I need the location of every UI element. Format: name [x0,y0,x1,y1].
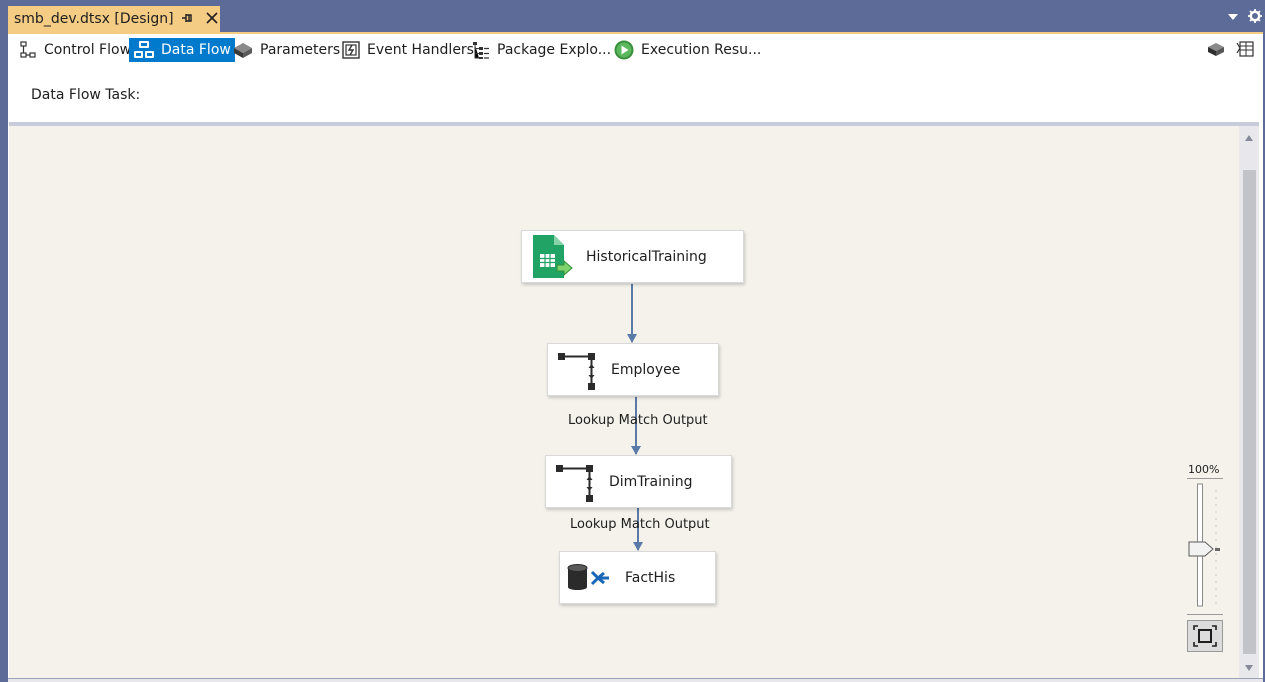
control-flow-icon [20,41,36,58]
data-flow-icon [134,41,154,58]
chevron-down-icon[interactable] [1227,12,1239,22]
component-name: FactHis [625,569,676,586]
vertical-scrollbar[interactable] [1239,122,1259,678]
excel-source-icon [533,234,573,278]
zoom-to-fit-button[interactable] [1187,620,1223,652]
document-tab[interactable]: smb_dev.dtsx [Design] [8,6,220,32]
lookup-icon [556,464,593,502]
designer-toolbar: Control Flow Data Flow Parameters Event … [8,34,1263,64]
tab-event-handlers[interactable]: Event Handlers [337,38,478,62]
tab-label: Parameters [260,42,341,58]
fit-to-window-icon [1193,625,1217,647]
tab-execution-results[interactable]: Execution Resu... [609,38,765,62]
connector-label[interactable]: Lookup Match Output [570,517,710,532]
package-icon[interactable] [1207,40,1225,58]
data-flow-task-bar: Data Flow Task: [8,64,1263,120]
pin-icon[interactable] [180,11,194,25]
package-designer: Control Flow Data Flow Parameters Event … [8,32,1263,682]
tab-label: Control Flow [44,42,132,58]
tab-data-flow[interactable]: Data Flow [129,38,235,62]
event-handlers-icon [342,41,360,59]
document-tab-strip: smb_dev.dtsx [Design] [0,0,1265,32]
document-tab-title: smb_dev.dtsx [Design] [14,11,174,27]
execution-results-icon [614,40,634,60]
close-icon[interactable] [204,10,220,26]
tab-parameters[interactable]: Parameters [228,38,344,62]
horizontal-scrollbar[interactable] [8,678,1263,682]
ole-db-destination-icon [567,563,609,590]
tab-label: Data Flow [161,42,231,58]
zoom-slider[interactable] [1185,482,1225,610]
component-name: DimTraining [609,473,693,490]
component-historicaltraining[interactable]: HistoricalTraining [521,230,744,283]
scrollbar-thumb[interactable] [1243,170,1256,654]
scroll-up-icon[interactable] [1244,134,1254,142]
lookup-icon [558,352,595,390]
gear-icon[interactable] [1247,8,1263,24]
tab-label: Execution Resu... [641,42,762,58]
tab-label: Event Handlers [367,42,474,58]
data-flow-task-label: Data Flow Task: [31,87,141,103]
zoom-divider [1187,478,1223,479]
component-employee[interactable]: Employee [547,343,719,396]
tab-label: Package Explo... [497,42,612,58]
zoom-slider-thumb [1188,541,1214,557]
variables-icon[interactable] [1236,40,1254,58]
connector-label[interactable]: Lookup Match Output [568,413,708,428]
data-flow-canvas[interactable]: HistoricalTraining Employee DimTraining … [9,122,1239,678]
parameters-icon [234,43,252,58]
zoom-percent-label: 100% [1188,463,1220,476]
component-name: HistoricalTraining [586,248,707,265]
tab-package-explorer[interactable]: Package Explo... [467,38,615,62]
package-explorer-icon [473,42,489,59]
zoom-divider [1187,614,1223,615]
tab-control-flow[interactable]: Control Flow [14,38,135,62]
component-dimtraining[interactable]: DimTraining [545,455,732,508]
component-facthis[interactable]: FactHis [559,551,716,604]
scroll-down-icon[interactable] [1244,664,1254,672]
component-name: Employee [611,361,681,378]
